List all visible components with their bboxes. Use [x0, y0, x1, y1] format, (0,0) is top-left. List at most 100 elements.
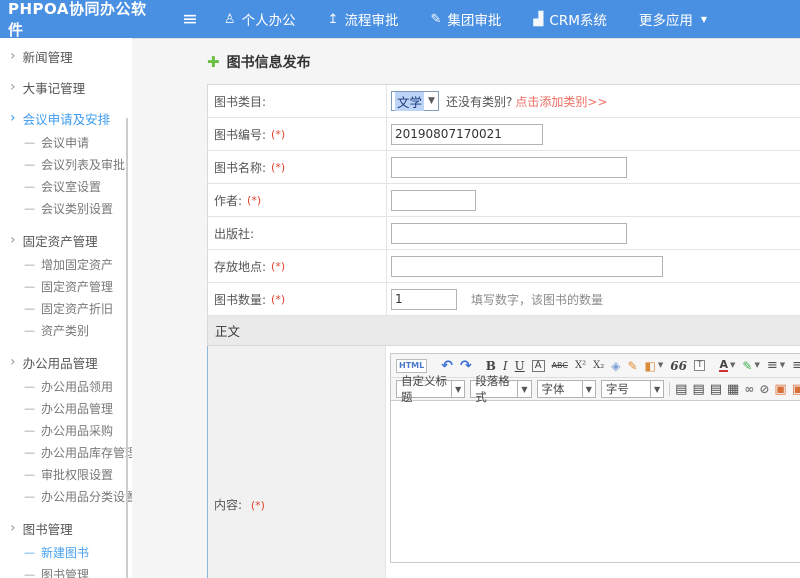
chevron-right-icon: › — [10, 111, 16, 125]
sidebar-item-meeting-list[interactable]: — 会议列表及审批 — [0, 153, 132, 175]
paragraph-format-select[interactable]: 段落格式▼ — [470, 380, 531, 398]
sidebar-item-supplies-management[interactable]: › 办公用品管理 — [0, 349, 132, 375]
author-label: 作者: — [214, 192, 242, 209]
font-family-select[interactable]: 字体 ▼ — [537, 380, 596, 398]
sidebar-item-meeting-management[interactable]: › 会议申请及安排 — [0, 105, 132, 131]
align-center-icon[interactable]: ▤ — [692, 383, 704, 396]
sidebar-item-supplies-purchase[interactable]: — 办公用品采购 — [0, 419, 132, 441]
nav-personal-office[interactable]: ♙ 个人办公 — [224, 9, 296, 29]
hamburger-menu-icon[interactable]: ≡ — [182, 10, 198, 29]
field-label: 图书类目: — [208, 85, 386, 117]
sidebar-item-supplies-inventory[interactable]: — 办公用品库存管理 — [0, 441, 132, 463]
quantity-hint: 填写数字，该图书的数量 — [471, 291, 603, 308]
editor-content-area[interactable] — [391, 400, 800, 562]
align-right-icon[interactable]: ▤ — [710, 383, 722, 396]
sidebar-scrollbar[interactable] — [126, 118, 128, 578]
palette-icon[interactable]: ◧▼ — [645, 360, 664, 372]
sidebar-item-supplies-category[interactable]: — 办公用品分类设置 — [0, 485, 132, 507]
bullet-list-button[interactable]: ≡▼ — [792, 359, 800, 372]
heading-select-label: 自定义标题 — [401, 373, 447, 405]
editor-toolbar-row1: HTML ↶ ↷ B I U A ABC X² X₂ ◈ ✎ — [391, 354, 800, 377]
format-brush-icon[interactable]: ✎ — [627, 360, 637, 372]
sidebar-item-supplies-manage[interactable]: — 办公用品管理 — [0, 397, 132, 419]
sidebar-item-label: 图书管理 — [41, 566, 89, 578]
sidebar-item-meeting-apply[interactable]: — 会议申请 — [0, 131, 132, 153]
form-row-book-code: 图书编号: (*) — [207, 118, 800, 151]
heading-select[interactable]: 自定义标题▼ — [396, 380, 465, 398]
sidebar-item-label: 会议室设置 — [41, 178, 101, 195]
author-input[interactable] — [391, 190, 476, 211]
paste-as-text-button[interactable]: T — [694, 360, 706, 371]
sidebar-item-meeting-category[interactable]: — 会议类别设置 — [0, 197, 132, 219]
font-size-select[interactable]: 字号▼ — [601, 380, 664, 398]
strikethrough-button[interactable]: ABC — [552, 362, 568, 370]
quantity-label: 图书数量: — [214, 291, 266, 308]
caret-down-icon: ▼ — [582, 381, 595, 397]
font-select-label: 字体 — [542, 381, 565, 397]
main-content: ✚ 图书信息发布 图书类目: 文学 ▼ 还没有类别? 点击添加类别>> 图书编号… — [132, 38, 800, 578]
sidebar-item-book-management[interactable]: › 图书管理 — [0, 515, 132, 541]
align-left-icon[interactable]: ▤ — [675, 383, 687, 396]
superscript-button[interactable]: X² — [575, 361, 586, 371]
sidebar-item-add-asset[interactable]: — 增加固定资产 — [0, 253, 132, 275]
align-justify-icon[interactable]: ▦ — [727, 383, 739, 396]
sidebar-item-supplies-claim[interactable]: — 办公用品领用 — [0, 375, 132, 397]
dash-icon: — — [24, 180, 35, 193]
nav-process-approval[interactable]: ↥ 流程审批 — [328, 9, 399, 29]
top-header: PHPOA协同办公软件 ≡ ♙ 个人办公 ↥ 流程审批 ✎ 集团审批 ▟ CRM… — [0, 0, 800, 38]
dash-icon: — — [24, 446, 35, 459]
nav-group-approval[interactable]: ✎ 集团审批 — [430, 9, 501, 29]
sidebar-item-asset-manage[interactable]: — 固定资产管理 — [0, 275, 132, 297]
unlink-icon[interactable]: ⊘ — [759, 383, 769, 395]
sidebar-item-asset-depreciation[interactable]: — 固定资产折旧 — [0, 297, 132, 319]
book-form: 图书类目: 文学 ▼ 还没有类别? 点击添加类别>> 图书编号: (*) — [207, 84, 800, 578]
html-source-button[interactable]: HTML — [396, 359, 427, 373]
caret-down-icon: ▼ — [451, 381, 464, 397]
book-code-input[interactable] — [391, 124, 543, 145]
italic-button[interactable]: I — [503, 360, 508, 372]
bold-button[interactable]: B — [486, 360, 496, 372]
quantity-input[interactable] — [391, 289, 457, 310]
highlight-button[interactable]: ✎▼ — [742, 360, 759, 372]
blockquote-button[interactable]: 66 — [670, 360, 687, 372]
nav-more-apps[interactable]: 更多应用 ▼ — [639, 9, 707, 29]
ordered-list-glyph: ≡ — [767, 359, 778, 372]
sidebar-item-assets-management[interactable]: › 固定资产管理 — [0, 227, 132, 253]
dash-icon: — — [24, 546, 35, 559]
underline-button[interactable]: U — [515, 360, 525, 372]
add-category-link[interactable]: 点击添加类别>> — [515, 93, 607, 110]
dash-icon: — — [24, 158, 35, 171]
sidebar-item-label: 会议列表及审批 — [41, 156, 125, 173]
sidebar-item-approval-permission[interactable]: — 审批权限设置 — [0, 463, 132, 485]
category-select[interactable]: 文学 ▼ — [391, 91, 439, 111]
field-value: 填写数字，该图书的数量 — [386, 283, 800, 315]
bullet-list-glyph: ≡ — [792, 359, 800, 372]
field-value — [386, 151, 800, 183]
sidebar-item-events-management[interactable]: › 大事记管理 — [0, 74, 132, 100]
highlight-glyph: ✎ — [742, 360, 752, 372]
location-input[interactable] — [391, 256, 663, 277]
caret-down-icon: ▼ — [701, 15, 707, 24]
undo-icon[interactable]: ↶ — [441, 359, 453, 373]
sidebar-item-asset-category[interactable]: — 资产类别 — [0, 319, 132, 341]
nav-crm-system[interactable]: ▟ CRM系统 — [533, 9, 606, 29]
book-name-input[interactable] — [391, 157, 627, 178]
publisher-input[interactable] — [391, 223, 627, 244]
link-icon[interactable]: ∞ — [744, 383, 754, 395]
subscript-button[interactable]: X₂ — [593, 361, 604, 371]
sidebar-item-news-management[interactable]: › 新闻管理 — [0, 43, 132, 69]
font-color-glyph: A — [719, 359, 728, 372]
dash-icon: — — [24, 280, 35, 293]
sidebar-item-meeting-room[interactable]: — 会议室设置 — [0, 175, 132, 197]
font-style-button[interactable]: A — [532, 360, 545, 372]
insert-image-icon[interactable]: ▣ — [774, 383, 786, 396]
font-color-button[interactable]: A▼ — [719, 359, 735, 372]
ordered-list-button[interactable]: ≡▼ — [767, 359, 785, 372]
insert-image-upload-icon[interactable]: ▣+ — [792, 383, 800, 396]
sidebar-item-book-manage[interactable]: — 图书管理 — [0, 563, 132, 578]
dash-icon: — — [24, 302, 35, 315]
redo-icon[interactable]: ↷ — [460, 359, 472, 373]
eraser-icon[interactable]: ◈ — [611, 360, 620, 372]
sidebar: › 新闻管理 › 大事记管理 › 会议申请及安排 — 会议申请 — 会议列表及审… — [0, 38, 132, 578]
sidebar-item-new-book[interactable]: — 新建图书 — [0, 541, 132, 563]
